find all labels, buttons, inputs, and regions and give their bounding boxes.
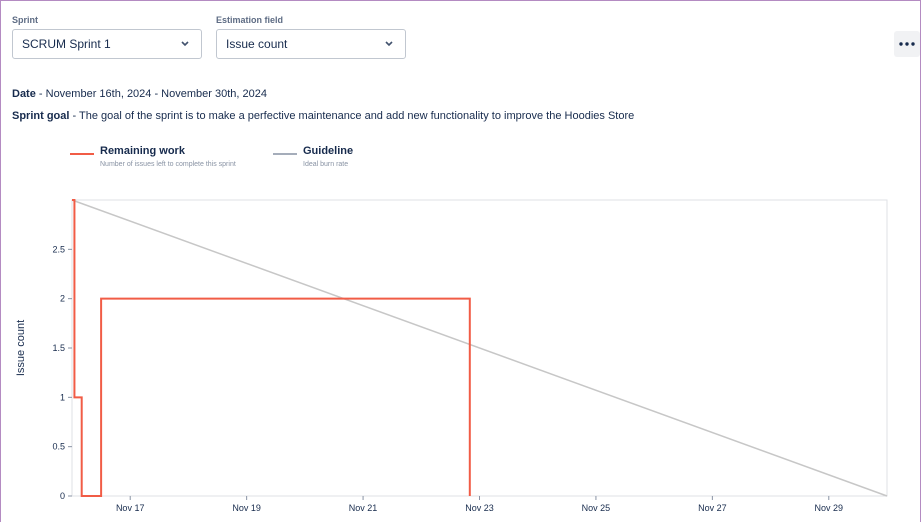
y-tick-label: 0.5 <box>52 442 65 452</box>
y-tick-label: 2 <box>60 294 65 304</box>
legend-desc-guideline: Ideal burn rate <box>303 161 349 168</box>
goal-value: - The goal of the sprint is to make a pe… <box>69 110 635 122</box>
legend-desc-remaining: Number of issues left to complete this s… <box>100 161 236 168</box>
chevron-down-icon <box>181 41 189 47</box>
date-value: - November 16th, 2024 - November 30th, 2… <box>35 88 267 100</box>
legend-title-remaining: Remaining work <box>100 145 185 157</box>
series-layer <box>71 199 888 497</box>
y-axis: 0 0.5 1 1.5 2 2.5 <box>52 244 72 501</box>
x-tick-label: Nov 27 <box>698 503 727 513</box>
sprint-select-value: SCRUM Sprint 1 <box>22 37 111 51</box>
x-tick-label: Nov 19 <box>232 503 261 513</box>
y-tick-label: 1 <box>60 392 65 402</box>
estimation-select[interactable]: Issue count <box>216 29 406 59</box>
x-tick-label: Nov 21 <box>349 503 378 513</box>
y-axis-title: Issue count <box>15 320 27 376</box>
date-label: Date <box>12 88 36 100</box>
sprint-date: Date - November 16th, 2024 - November 30… <box>12 88 267 100</box>
x-tick-label: Nov 23 <box>465 503 494 513</box>
x-tick-label: Nov 29 <box>815 503 844 513</box>
y-tick-label: 1.5 <box>52 343 65 353</box>
sprint-field-label: Sprint <box>12 15 38 25</box>
x-tick-label: Nov 25 <box>582 503 611 513</box>
sprint-goal: Sprint goal - The goal of the sprint is … <box>12 110 634 122</box>
sprint-select[interactable]: SCRUM Sprint 1 <box>12 29 202 59</box>
chevron-down-icon <box>385 41 393 47</box>
estimation-field-label: Estimation field <box>216 15 284 25</box>
guideline-line <box>71 199 888 497</box>
estimation-select-value: Issue count <box>226 37 288 51</box>
ellipsis-icon <box>899 42 915 46</box>
y-tick-label: 2.5 <box>52 244 65 254</box>
remaining-work-line <box>72 199 471 497</box>
legend-swatch-guideline <box>273 153 297 155</box>
legend-title-guideline: Guideline <box>303 145 354 157</box>
x-axis: Nov 17 Nov 19 Nov 21 Nov 23 Nov 25 Nov 27 Nov … <box>116 496 843 513</box>
goal-label: Sprint goal <box>12 110 70 122</box>
burndown-chart: 00.511.522.5 Nov 17 Nov 19 Nov 21 Nov 23 Nov… <box>15 199 888 513</box>
y-tick-label: 0 <box>60 491 65 501</box>
x-tick-label: Nov 17 <box>116 503 145 513</box>
legend-swatch-remaining <box>70 153 94 155</box>
more-actions-button[interactable] <box>894 31 920 57</box>
